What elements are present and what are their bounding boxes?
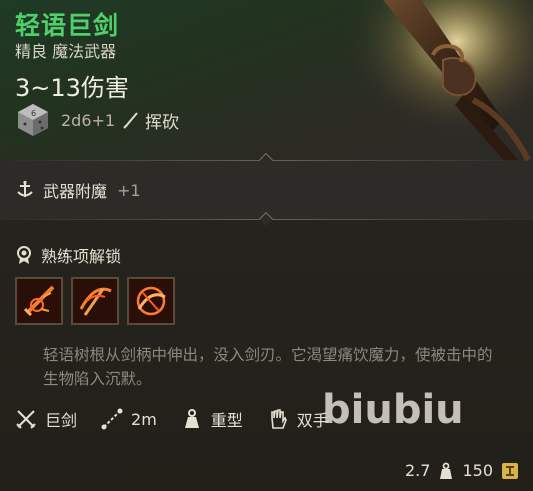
enchant-label: 武器附魔 [43,182,108,201]
sword-art-image [343,0,533,165]
item-description: 轻语树根从剑柄中伸出，没入剑刃。它渴望痛饮魔力，使被击中的生物陷入沉默。 [43,346,493,388]
medal-icon [17,246,31,264]
watermark: biubiu [322,387,464,433]
svg-text:6: 6 [31,109,36,118]
trait-label: 重型 [210,411,243,430]
heavy-weight-icon [184,409,199,428]
enchant-row: 武器附魔 +1 [15,178,141,202]
dice-row: 6 2d6+1 挥砍 [15,102,179,138]
proficiency-label: 熟练项解锁 [41,247,122,266]
item-weight: 2.7 [405,461,431,480]
crossed-swords-icon [16,410,36,429]
skill-list [15,277,175,325]
skill-2-icon[interactable] [71,277,119,325]
slashing-icon [123,112,138,129]
weight-icon [440,462,453,479]
trait-two-handed: 双手 [267,407,329,431]
trait-label: 2m [131,409,157,429]
proficiency-row: 熟练项解锁 [15,243,121,267]
enchant-icon [17,180,33,197]
skill-3-icon[interactable] [127,277,175,325]
item-name: 轻语巨剑 [15,11,120,40]
skill-1-icon[interactable] [15,277,63,325]
enchant-value: +1 [117,180,141,200]
damage-type: 挥砍 [145,112,180,133]
item-price: 150 [462,461,493,480]
item-rarity-type: 精良 魔法武器 [15,42,117,61]
range-icon [101,408,123,430]
trait-range: 2m [101,408,157,430]
damage-range: 3~13伤害 [15,74,129,102]
gold-coin-icon [502,462,518,479]
dice-icon: 6 [18,104,48,136]
trait-heavy: 重型 [181,407,243,431]
dice-formula: 2d6+1 [61,110,116,130]
tooltip-header: 轻语巨剑 精良 魔法武器 3~13伤害 6 2d6+1 挥砍 [0,0,533,165]
trait-label: 巨剑 [45,411,78,430]
trait-greatsword: 巨剑 [15,407,77,431]
trait-list: 巨剑 2m 重型 双手 [15,404,353,434]
footer: 2.7 150 [405,461,519,480]
two-hands-icon [270,409,287,429]
item-tooltip: 轻语巨剑 精良 魔法武器 3~13伤害 6 2d6+1 挥砍 武器附魔 +1 熟… [0,0,533,491]
